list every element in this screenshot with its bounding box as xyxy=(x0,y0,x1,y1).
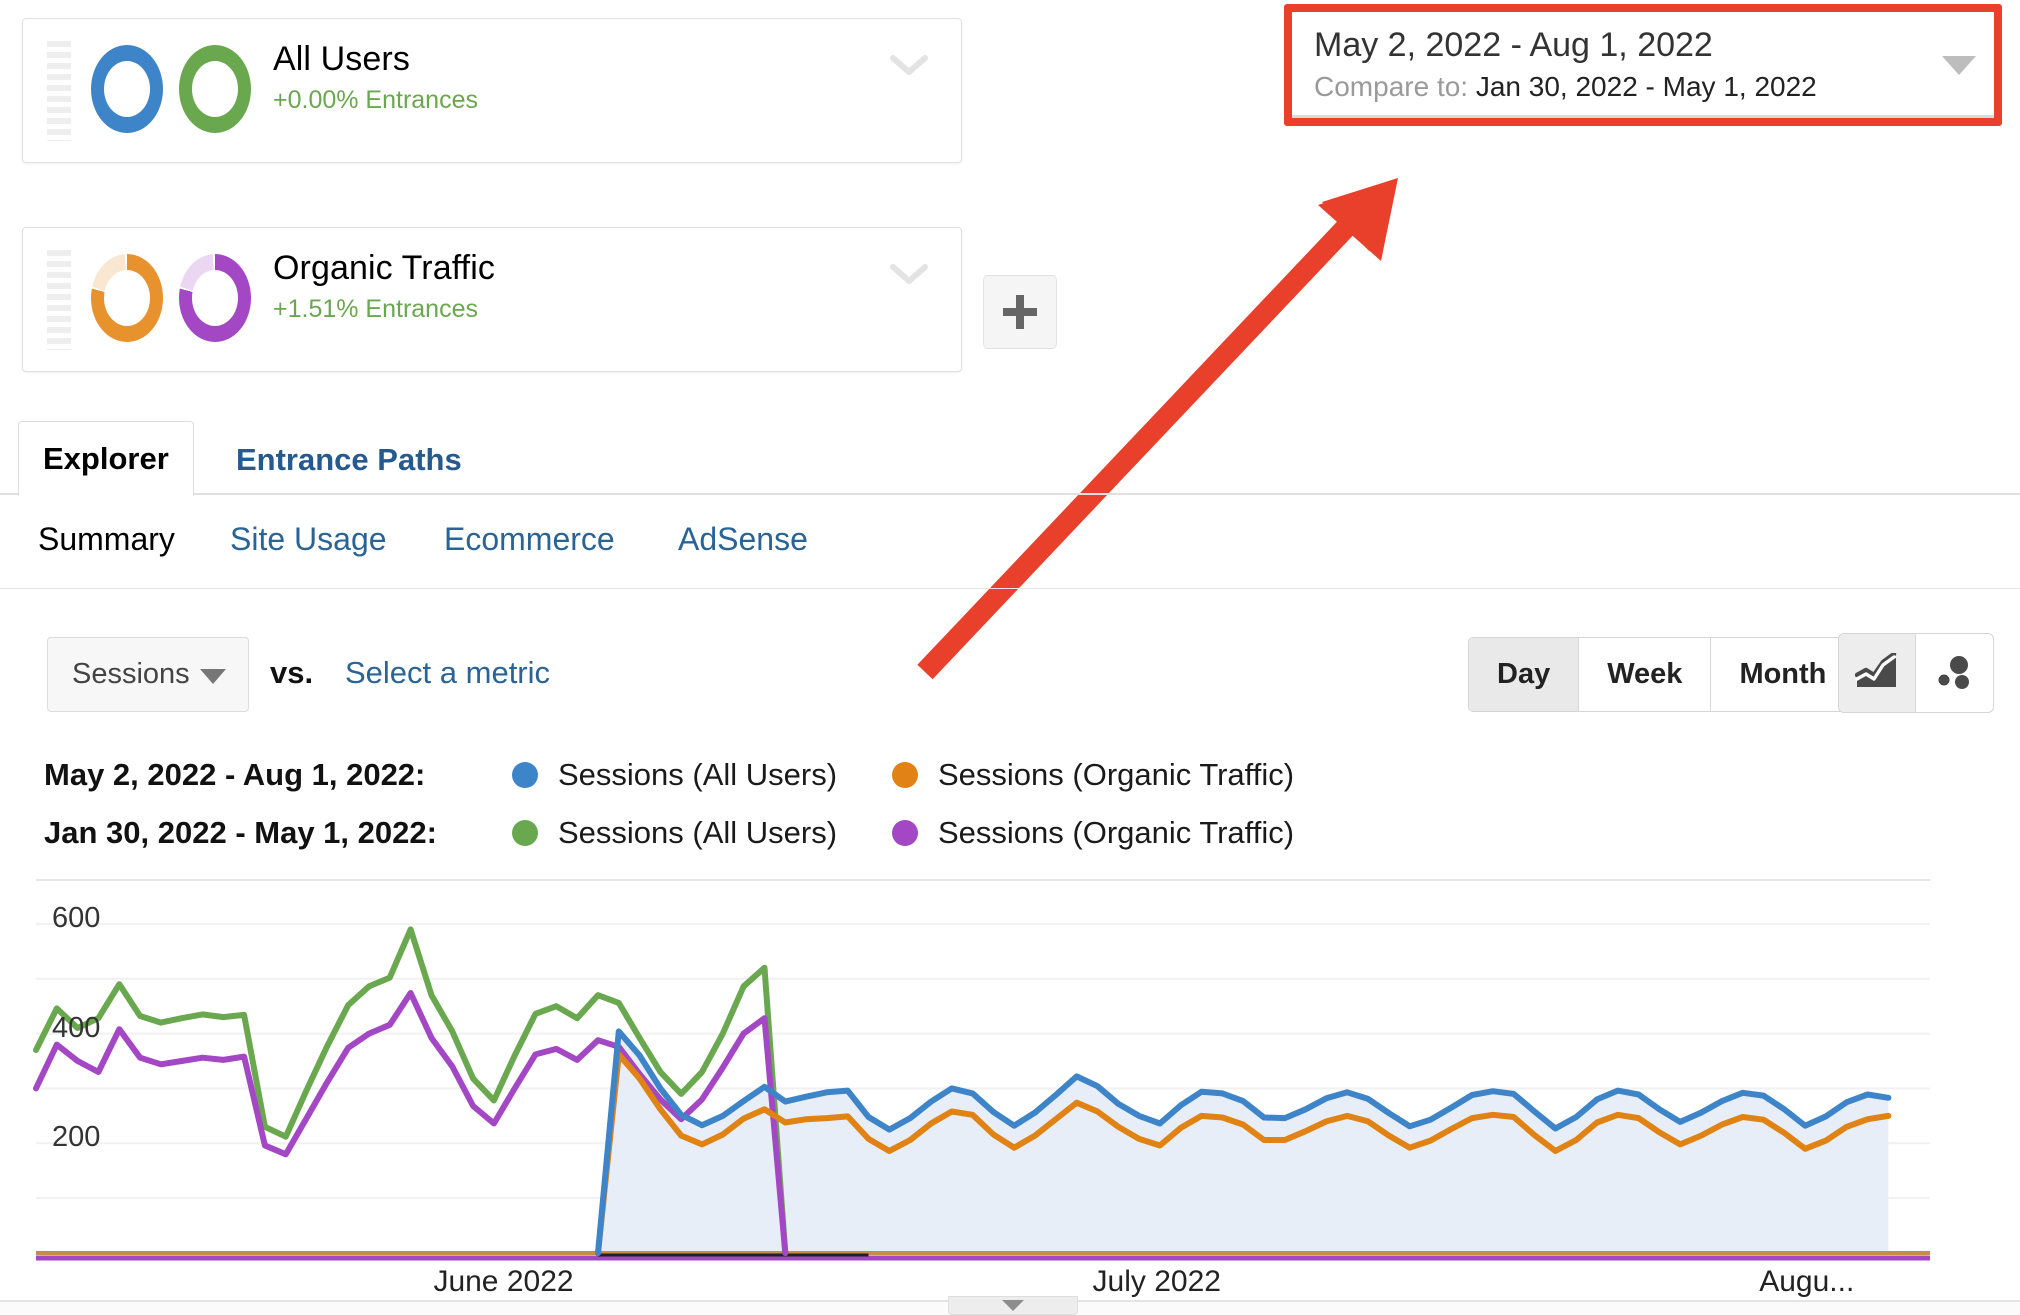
legend-item[interactable]: Sessions (All Users) xyxy=(512,757,892,793)
y-axis-tick: 200 xyxy=(52,1121,100,1154)
line-chart-icon[interactable] xyxy=(1839,634,1916,712)
legend-row-primary: May 2, 2022 - Aug 1, 2022: Sessions (All… xyxy=(44,750,1294,800)
subtab-adsense[interactable]: AdSense xyxy=(678,521,808,558)
vs-label: vs. xyxy=(270,655,313,691)
compare-label: Compare to: xyxy=(1314,71,1468,102)
x-axis-tick: July 2022 xyxy=(1093,1265,1221,1299)
donut-icon-primary xyxy=(91,45,163,133)
chevron-down-icon[interactable] xyxy=(889,53,929,77)
date-range-picker[interactable]: May 2, 2022 - Aug 1, 2022 Compare to: Ja… xyxy=(1292,12,1994,118)
tab-entrance-paths[interactable]: Entrance Paths xyxy=(212,425,486,495)
granularity-month-button[interactable]: Month xyxy=(1711,638,1854,711)
segment-card-organic-traffic[interactable]: Organic Traffic +1.51% Entrances xyxy=(22,227,962,372)
subtab-summary[interactable]: Summary xyxy=(38,521,175,558)
segment-text: Organic Traffic +1.51% Entrances xyxy=(273,248,495,324)
date-range-primary: May 2, 2022 - Aug 1, 2022 xyxy=(1314,24,1976,67)
legend-item-label: Sessions (Organic Traffic) xyxy=(938,757,1294,793)
granularity-toggle-group: Day Week Month xyxy=(1468,637,1855,712)
legend-color-dot xyxy=(512,820,538,846)
chevron-down-icon xyxy=(200,669,226,684)
sessions-timeseries-chart[interactable] xyxy=(0,862,2020,1282)
legend-item[interactable]: Sessions (Organic Traffic) xyxy=(892,815,1294,851)
legend-item-label: Sessions (All Users) xyxy=(558,815,837,851)
donut-icon-compare xyxy=(179,45,251,133)
secondary-tabs: Summary Site Usage Ecommerce AdSense xyxy=(0,497,2020,589)
motion-chart-icon[interactable] xyxy=(1916,634,1993,712)
segment-delta: +0.00% Entrances xyxy=(273,86,478,115)
legend-row-compare: Jan 30, 2022 - May 1, 2022: Sessions (Al… xyxy=(44,808,1294,858)
segment-donut-icons xyxy=(91,254,251,346)
y-axis-tick: 600 xyxy=(52,902,100,935)
chevron-down-icon[interactable] xyxy=(889,262,929,286)
chart-legend: May 2, 2022 - Aug 1, 2022: Sessions (All… xyxy=(0,750,2020,855)
segment-donut-icons xyxy=(91,45,251,137)
subtab-site-usage[interactable]: Site Usage xyxy=(230,521,387,558)
compare-value: Jan 30, 2022 - May 1, 2022 xyxy=(1476,71,1817,102)
chevron-down-icon[interactable] xyxy=(1942,56,1976,75)
chart-plot-area[interactable] xyxy=(0,862,2020,1262)
drag-handle-icon[interactable] xyxy=(47,250,71,350)
donut-icon-compare xyxy=(179,254,251,342)
legend-range-label: Jan 30, 2022 - May 1, 2022: xyxy=(44,815,512,851)
tab-label: Explorer xyxy=(43,441,169,477)
legend-color-dot xyxy=(892,762,918,788)
legend-item[interactable]: Sessions (All Users) xyxy=(512,815,892,851)
metric-select-value: Sessions xyxy=(72,658,190,691)
segments-area: All Users +0.00% Entrances Organic Traff… xyxy=(0,0,1010,400)
legend-item-label: Sessions (All Users) xyxy=(558,757,837,793)
date-range-highlight: May 2, 2022 - Aug 1, 2022 Compare to: Ja… xyxy=(1284,4,2002,126)
metric-select[interactable]: Sessions xyxy=(47,637,249,712)
triangle-down-icon xyxy=(1002,1300,1024,1311)
segment-name: All Users xyxy=(273,39,478,80)
legend-item[interactable]: Sessions (Organic Traffic) xyxy=(892,757,1294,793)
plus-icon xyxy=(1003,295,1037,329)
legend-item-label: Sessions (Organic Traffic) xyxy=(938,815,1294,851)
segment-delta: +1.51% Entrances xyxy=(273,295,495,324)
granularity-week-button[interactable]: Week xyxy=(1579,638,1711,711)
add-segment-button[interactable] xyxy=(983,275,1057,349)
segment-name: Organic Traffic xyxy=(273,248,495,289)
donut-icon-primary xyxy=(91,254,163,342)
legend-range-label: May 2, 2022 - Aug 1, 2022: xyxy=(44,757,512,793)
granularity-day-button[interactable]: Day xyxy=(1469,638,1579,711)
chart-type-toggle-group xyxy=(1838,633,1994,713)
collapse-handle[interactable] xyxy=(948,1296,1078,1315)
select-metric-link[interactable]: Select a metric xyxy=(345,655,550,691)
segment-card-all-users[interactable]: All Users +0.00% Entrances xyxy=(22,18,962,163)
tab-label: Entrance Paths xyxy=(236,442,462,478)
x-axis-tick: Augu... xyxy=(1759,1265,1854,1299)
date-range-compare: Compare to: Jan 30, 2022 - May 1, 2022 xyxy=(1314,69,1976,105)
segment-text: All Users +0.00% Entrances xyxy=(273,39,478,115)
x-axis-tick: June 2022 xyxy=(433,1265,573,1299)
primary-tabs: Explorer Entrance Paths xyxy=(0,425,2020,495)
tab-explorer[interactable]: Explorer xyxy=(18,421,194,497)
subtab-ecommerce[interactable]: Ecommerce xyxy=(444,521,615,558)
drag-handle-icon[interactable] xyxy=(47,41,71,141)
y-axis-tick: 400 xyxy=(52,1012,100,1045)
legend-color-dot xyxy=(892,820,918,846)
legend-color-dot xyxy=(512,762,538,788)
